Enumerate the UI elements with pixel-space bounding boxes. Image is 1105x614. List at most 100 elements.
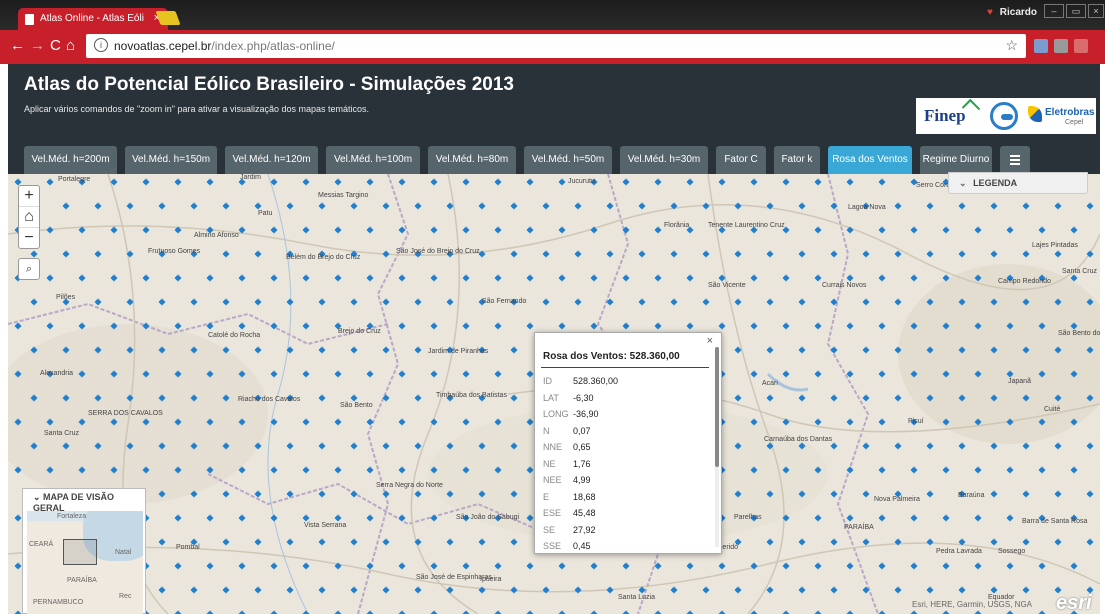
map-place-label: São João do Sabugi xyxy=(456,514,520,521)
wind-rose-marker xyxy=(990,490,998,498)
tab-vel-m-d-h-200m[interactable]: Vel.Méd. h=200m xyxy=(24,146,117,174)
wind-rose-marker xyxy=(334,226,342,234)
url-input[interactable]: i novoatlas.cepel.br/index.php/atlas-onl… xyxy=(86,34,1026,58)
tab-rosa-dos-ventos[interactable]: Rosa dos Ventos xyxy=(828,146,912,174)
new-tab-button[interactable] xyxy=(155,11,181,25)
wind-rose-marker xyxy=(14,322,22,330)
url-host: novoatlas.cepel.br xyxy=(114,39,212,53)
map-place-label: Vista Serrana xyxy=(304,522,347,529)
wind-rose-marker xyxy=(382,442,390,450)
browser-tab[interactable]: Atlas Online - Atlas Eóli × xyxy=(18,8,168,30)
map-place-label: Acari xyxy=(762,380,778,387)
wind-rose-marker xyxy=(94,202,102,210)
wind-rose-marker xyxy=(206,514,214,522)
back-icon[interactable]: ← xyxy=(10,38,25,54)
wind-rose-marker xyxy=(510,538,518,546)
tab-regime-diurno[interactable]: Regime Diurno xyxy=(920,146,992,174)
wind-rose-marker xyxy=(766,298,774,306)
wind-rose-marker xyxy=(542,298,550,306)
wind-rose-marker xyxy=(622,178,630,186)
maximize-icon[interactable]: ▭ xyxy=(1066,4,1086,18)
home-extent-button[interactable]: ⌂ xyxy=(19,207,39,228)
wind-rose-marker xyxy=(654,274,662,282)
forward-icon[interactable]: → xyxy=(30,38,45,54)
esri-logo: esri xyxy=(1056,592,1092,614)
wind-rose-marker xyxy=(494,562,502,570)
finep-logo: Finep xyxy=(924,106,966,125)
tab-fator-c[interactable]: Fator C xyxy=(716,146,766,174)
tab-vel-m-d-h-100m[interactable]: Vel.Méd. h=100m xyxy=(326,146,420,174)
terrain-patch xyxy=(898,264,1100,444)
wind-rose-marker xyxy=(366,226,374,234)
extension-icon[interactable] xyxy=(1034,39,1048,53)
attribute-key: LAT xyxy=(543,392,559,403)
wind-rose-marker xyxy=(1006,514,1014,522)
overview-extent-box[interactable] xyxy=(63,539,97,565)
zoom-out-button[interactable]: − xyxy=(19,228,39,249)
wind-rose-marker xyxy=(414,442,422,450)
tab-vel-m-d-h-150m[interactable]: Vel.Méd. h=150m xyxy=(125,146,217,174)
wind-rose-marker xyxy=(558,274,566,282)
wind-rose-marker xyxy=(686,274,694,282)
wind-rose-marker xyxy=(462,274,470,282)
popup-scrollbar[interactable] xyxy=(715,347,719,547)
wind-rose-marker xyxy=(462,610,470,614)
tab-vel-m-d-h-50m[interactable]: Vel.Méd. h=50m xyxy=(524,146,612,174)
scrollbar-thumb[interactable] xyxy=(715,347,719,467)
profile-button[interactable]: ♥ Ricardo xyxy=(987,7,1037,18)
search-icon[interactable]: ⌕ xyxy=(18,258,40,280)
wind-rose-marker xyxy=(1070,226,1078,234)
wind-rose-marker xyxy=(414,298,422,306)
minimize-icon[interactable]: – xyxy=(1044,4,1064,18)
overview-map-canvas[interactable]: Fortaleza CEARÁ Natal PARAÍBA PERNAMBUCO… xyxy=(27,511,143,614)
wind-rose-marker xyxy=(366,178,374,186)
wind-rose-marker xyxy=(302,322,310,330)
wind-rose-marker xyxy=(478,202,486,210)
overview-title[interactable]: ⌄ MAPA DE VISÃO GERAL xyxy=(23,489,145,513)
home-icon[interactable]: ⌂ xyxy=(66,38,75,54)
overview-place: CEARÁ xyxy=(29,541,54,548)
wind-rose-marker xyxy=(622,610,630,614)
wind-rose-marker xyxy=(558,226,566,234)
wind-rose-marker xyxy=(302,562,310,570)
wind-rose-marker xyxy=(926,538,934,546)
close-window-icon[interactable]: × xyxy=(1088,4,1104,18)
wind-rose-marker xyxy=(494,226,502,234)
wind-rose-marker xyxy=(798,202,806,210)
wind-rose-marker xyxy=(894,298,902,306)
tab-vel-m-d-h-120m[interactable]: Vel.Méd. h=120m xyxy=(225,146,318,174)
tab-vel-m-d-h-30m[interactable]: Vel.Méd. h=30m xyxy=(620,146,708,174)
tab-vel-m-d-h-80m[interactable]: Vel.Méd. h=80m xyxy=(428,146,516,174)
map-place-label: SERRA DOS CAVALOS xyxy=(88,410,163,417)
wind-rose-marker xyxy=(222,490,230,498)
wind-rose-marker xyxy=(574,250,582,258)
wind-rose-marker xyxy=(574,298,582,306)
info-icon[interactable]: i xyxy=(94,38,108,52)
attribute-key: SE xyxy=(543,524,556,535)
map-place-label: Florânia xyxy=(664,222,690,229)
wind-rose-marker xyxy=(862,394,870,402)
popup-attribute-list: ID 528.360,00 LAT -6,30 LONG -36,90 N 0,07 NNE 0,… xyxy=(543,373,713,555)
wind-rose-marker xyxy=(766,250,774,258)
tab-fator-k[interactable]: Fator k xyxy=(774,146,820,174)
zoom-in-button[interactable]: + xyxy=(19,186,39,207)
map-place-label: São José do Brejo do Cruz xyxy=(396,248,480,255)
star-icon[interactable]: ☆ xyxy=(1005,37,1018,54)
map-place-label: Tenente Laurentino Cruz xyxy=(708,222,785,229)
extension-icon[interactable] xyxy=(1054,39,1068,53)
menu-icon[interactable] xyxy=(1000,146,1030,174)
wind-rose-marker xyxy=(462,226,470,234)
wind-rose-marker xyxy=(782,322,790,330)
reload-icon[interactable]: C xyxy=(50,38,61,54)
feature-popup: × Rosa dos Ventos: 528.360,00 ID 528.360,… xyxy=(534,332,722,554)
wind-rose-marker xyxy=(1022,586,1030,594)
profile-icon: ♥ xyxy=(987,7,993,18)
close-icon[interactable]: × xyxy=(707,335,713,347)
wind-rose-marker xyxy=(1086,538,1094,546)
legend-toggle[interactable]: ⌄ LEGENDA xyxy=(948,172,1088,194)
wind-rose-marker xyxy=(638,250,646,258)
wind-rose-marker xyxy=(654,610,662,614)
extension-icon[interactable] xyxy=(1074,39,1088,53)
map-place-label: Carnaúba dos Dantas xyxy=(764,436,833,443)
overview-map[interactable]: ⌄ MAPA DE VISÃO GERAL Fortaleza CEARÁ Na… xyxy=(22,488,146,614)
